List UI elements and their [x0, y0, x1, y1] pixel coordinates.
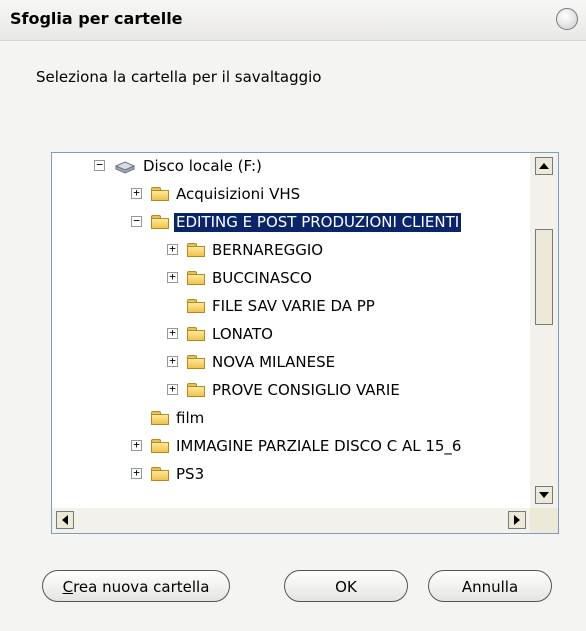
- horizontal-scrollbar[interactable]: [52, 508, 530, 533]
- expand-icon[interactable]: +: [131, 187, 142, 199]
- folder-icon: [187, 299, 205, 313]
- tree-item-label: IMMAGINE PARZIALE DISCO C AL 15_6: [176, 437, 462, 455]
- expand-icon[interactable]: +: [167, 327, 178, 339]
- expand-icon[interactable]: +: [131, 439, 142, 451]
- tree-item-label: LONATO: [212, 325, 273, 343]
- folder-icon: [151, 439, 169, 453]
- ok-button[interactable]: OK: [284, 570, 408, 602]
- tree-item[interactable]: + PROVE CONSIGLIO VARIE: [52, 377, 530, 405]
- scroll-left-button[interactable]: [56, 511, 74, 529]
- collapse-icon[interactable]: −: [131, 215, 142, 227]
- tree-item[interactable]: FILE SAV VARIE DA PP: [52, 293, 530, 321]
- tree-item-label: FILE SAV VARIE DA PP: [212, 297, 375, 315]
- expand-icon[interactable]: +: [131, 467, 142, 479]
- arrow-right-icon: [514, 515, 520, 525]
- folder-icon: [187, 327, 205, 341]
- tree-item[interactable]: + Acquisizioni VHS: [52, 181, 530, 209]
- scroll-down-button[interactable]: [535, 486, 553, 504]
- tree-item[interactable]: + LONATO: [52, 321, 530, 349]
- window-title: Sfoglia per cartelle: [10, 9, 183, 28]
- expand-icon[interactable]: +: [167, 271, 178, 283]
- tree-item-label: PROVE CONSIGLIO VARIE: [212, 381, 400, 399]
- drive-icon: [114, 159, 136, 174]
- expand-icon[interactable]: +: [167, 243, 178, 255]
- scrollbar-corner: [530, 508, 558, 533]
- browse-folder-dialog: Sfoglia per cartelle Seleziona la cartel…: [0, 0, 586, 631]
- folder-tree[interactable]: − Disco locale (F:) + Acquisizioni VHS − EDIT…: [51, 152, 559, 534]
- folder-icon: [187, 243, 205, 257]
- folder-tree-viewport[interactable]: − Disco locale (F:) + Acquisizioni VHS − EDIT…: [52, 153, 530, 508]
- tree-item[interactable]: + IMMAGINE PARZIALE DISCO C AL 15_6: [52, 433, 530, 461]
- tree-item-label: Acquisizioni VHS: [176, 185, 301, 203]
- vertical-scrollbar[interactable]: [530, 153, 558, 508]
- folder-icon: [151, 411, 169, 425]
- scroll-right-button[interactable]: [508, 511, 526, 529]
- folder-icon: [187, 271, 205, 285]
- expand-icon[interactable]: +: [167, 355, 178, 367]
- tree-item[interactable]: + BERNAREGGIO: [52, 237, 530, 265]
- tree-item-label: EDITING E POST PRODUZIONI CLIENTI: [174, 213, 462, 232]
- expand-icon[interactable]: +: [167, 383, 178, 395]
- folder-icon: [187, 383, 205, 397]
- new-folder-button[interactable]: Crea nuova cartella: [42, 570, 230, 602]
- folder-icon: [151, 467, 169, 481]
- vertical-scroll-thumb[interactable]: [535, 229, 553, 325]
- tree-item[interactable]: + NOVA MILANESE: [52, 349, 530, 377]
- tree-item-label: NOVA MILANESE: [212, 353, 336, 371]
- title-bar[interactable]: Sfoglia per cartelle: [0, 0, 586, 41]
- close-button[interactable]: [556, 8, 578, 30]
- dialog-prompt: Seleziona la cartella per il savaltaggio: [36, 68, 322, 86]
- collapse-icon[interactable]: −: [94, 159, 105, 171]
- arrow-left-icon: [62, 515, 68, 525]
- tree-item-label: BUCCINASCO: [212, 269, 312, 287]
- tree-item-label: Disco locale (F:): [143, 157, 262, 175]
- tree-item[interactable]: + BUCCINASCO: [52, 265, 530, 293]
- tree-item[interactable]: − EDITING E POST PRODUZIONI CLIENTI: [52, 209, 530, 237]
- new-folder-accesskey: C: [62, 578, 74, 596]
- tree-item-label: BERNAREGGIO: [212, 241, 324, 259]
- cancel-button[interactable]: Annulla: [428, 570, 552, 602]
- tree-item-label: film: [176, 409, 205, 427]
- folder-open-icon: [151, 215, 169, 229]
- tree-item[interactable]: + PS3: [52, 461, 530, 489]
- tree-item-label: PS3: [176, 465, 205, 483]
- tree-item[interactable]: film: [52, 405, 530, 433]
- folder-icon: [187, 355, 205, 369]
- arrow-down-icon: [539, 492, 549, 498]
- new-folder-label: rea nuova cartella: [73, 578, 210, 596]
- tree-item[interactable]: − Disco locale (F:): [52, 153, 530, 181]
- scroll-up-button[interactable]: [535, 157, 553, 175]
- folder-icon: [151, 187, 169, 201]
- arrow-up-icon: [539, 163, 549, 169]
